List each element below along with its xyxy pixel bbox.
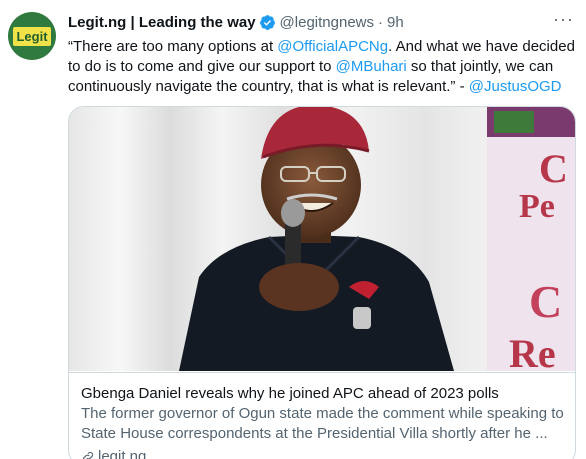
tweet-timestamp[interactable]: 9h (387, 14, 404, 31)
verified-badge-icon (259, 14, 275, 30)
card-domain-row[interactable]: legit.ng (81, 447, 565, 459)
banner-text: Re (509, 331, 556, 371)
banner-text: C (529, 276, 562, 327)
card-title[interactable]: Gbenga Daniel reveals why he joined APC … (81, 384, 565, 404)
avatar-logo-text: Legit (13, 26, 51, 46)
mention-link[interactable]: @MBuhari (336, 58, 407, 75)
banner-text: Pe (519, 188, 555, 225)
mention-link[interactable]: @JustusOGD (469, 78, 562, 95)
tweet-text-part: “There are too many options at (68, 38, 278, 55)
card-image[interactable]: C Pe C Re (69, 107, 575, 371)
author-handle[interactable]: @legitngnews (280, 14, 374, 31)
separator-dot: · (378, 13, 383, 31)
author-avatar[interactable]: Legit (8, 12, 56, 60)
link-preview-card[interactable]: C Pe C Re Gbenga Daniel reveals why he j… (68, 106, 576, 459)
card-description: The former governor of Ogun state made t… (81, 405, 564, 442)
tweet-text: “There are too many options at @Official… (68, 37, 578, 97)
banner-text: C (539, 146, 568, 191)
author-display-name[interactable]: Legit.ng | Leading the way (68, 14, 256, 31)
tweet[interactable]: Legit Legit.ng | Leading the way @legitn… (0, 0, 586, 459)
card-domain[interactable]: legit.ng (98, 447, 146, 459)
tweet-header: Legit.ng | Leading the way @legitngnews … (68, 9, 574, 33)
mention-link[interactable]: @OfficialAPCNg (277, 38, 388, 55)
link-icon (82, 451, 94, 459)
card-body[interactable]: Gbenga Daniel reveals why he joined APC … (69, 372, 575, 459)
more-icon[interactable]: ··· (553, 9, 574, 30)
card-photo: C Pe C Re (69, 107, 575, 371)
